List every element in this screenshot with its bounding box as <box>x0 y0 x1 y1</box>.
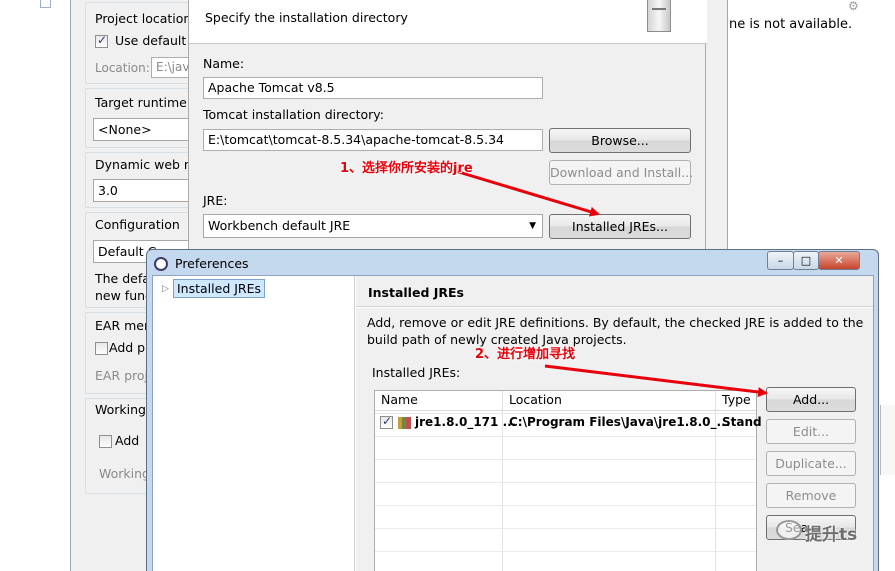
dir-input[interactable]: E:\tomcat\tomcat-8.5.34\apache-tomcat-8.… <box>203 129 543 151</box>
jre-name: jre1.8.0_171 ... <box>415 415 517 429</box>
jre-location: C:\Program Files\Java\jre1.8.0_... <box>509 415 731 429</box>
column-header-type[interactable]: Type <box>722 392 751 407</box>
dynamic-web-module-select[interactable]: 3.0 <box>93 179 193 202</box>
table-header <box>375 391 756 411</box>
configuration-label: Configuration <box>95 217 180 232</box>
add-to-working-sets-label: Add <box>115 433 140 448</box>
chevron-down-icon: ▼ <box>529 221 536 231</box>
jre-label: JRE: <box>203 193 228 208</box>
project-location-label: Project location <box>95 11 192 26</box>
tree-expand-icon[interactable]: ▷ <box>162 284 169 294</box>
jre-library-icon <box>398 417 411 429</box>
collapse-icon[interactable] <box>40 0 51 8</box>
jre-type: Stand <box>722 415 762 429</box>
watermark-text: 提升ts <box>805 525 858 545</box>
tree-item-installed-jres[interactable]: Installed JREs <box>173 279 266 298</box>
annotation-step2: 2、进行增加寻找 <box>475 347 576 362</box>
jre-default-checkbox[interactable] <box>380 414 393 429</box>
use-default-label: Use default <box>115 33 187 48</box>
wechat-icon <box>776 520 802 540</box>
description-line1: Add, remove or edit JRE definitions. By … <box>367 315 864 330</box>
target-runtime-label: Target runtime <box>95 95 187 110</box>
configuration-desc-line2: new func <box>95 288 152 303</box>
add-jre-button[interactable]: Add... <box>766 387 856 412</box>
remove-jre-button[interactable]: Remove <box>766 483 856 508</box>
jre-select-value: Workbench default JRE <box>208 218 351 233</box>
eclipse-icon <box>154 257 168 271</box>
column-header-name[interactable]: Name <box>381 392 418 407</box>
dialog-header: Specify the installation directory <box>189 0 707 44</box>
add-to-ear-label: Add p <box>109 340 146 355</box>
working-sets-label: Working <box>95 402 146 417</box>
dynamic-web-module-label: Dynamic web m <box>95 157 197 172</box>
edit-jre-button[interactable]: Edit... <box>766 419 856 444</box>
installed-jres-button[interactable]: Installed JREs... <box>549 214 691 239</box>
location-label: Location: <box>95 61 150 75</box>
preferences-title: Preferences <box>175 256 249 271</box>
minimize-button[interactable]: – <box>767 251 794 270</box>
configuration-desc-line1: The defa <box>95 271 150 286</box>
add-to-ear-checkbox[interactable] <box>95 342 108 355</box>
jre-select[interactable]: Workbench default JRE ▼ <box>203 214 543 238</box>
gears-icon: ⚙ <box>848 0 859 13</box>
tree-panel <box>153 276 355 571</box>
new-server-runtime-dialog: Specify the installation directory Name:… <box>188 0 707 250</box>
working-sets-field-label: Working <box>99 466 150 481</box>
ear-project-label: EAR proj <box>95 368 149 383</box>
dialog-header-text: Specify the installation directory <box>205 10 408 25</box>
use-default-checkbox[interactable] <box>95 33 108 48</box>
close-button[interactable]: ✕ <box>818 251 860 270</box>
server-icon-slot <box>652 8 666 10</box>
name-label: Name: <box>203 56 245 71</box>
background-window-edge <box>880 405 895 475</box>
page-title: Installed JREs <box>368 285 465 300</box>
add-to-working-sets-checkbox[interactable] <box>99 435 112 448</box>
annotation-step1: 1、选择你所安装的jre <box>340 161 473 176</box>
maximize-button[interactable]: □ <box>793 251 819 270</box>
dir-label: Tomcat installation directory: <box>203 107 384 122</box>
name-input[interactable]: Apache Tomcat v8.5 <box>203 77 543 99</box>
error-message-text: ne is not available. <box>729 17 853 32</box>
server-icon <box>647 0 671 32</box>
browse-button[interactable]: Browse... <box>549 128 691 153</box>
column-header-location[interactable]: Location <box>509 392 562 407</box>
table-row[interactable]: jre1.8.0_171 ... C:\Program Files\Java\j… <box>375 412 762 434</box>
target-runtime-select[interactable]: <None> <box>93 118 193 141</box>
download-install-button[interactable]: Download and Install... <box>549 160 693 185</box>
editor-gutter <box>0 0 70 571</box>
installed-jres-list-label: Installed JREs: <box>372 365 461 380</box>
duplicate-jre-button[interactable]: Duplicate... <box>766 451 856 476</box>
location-input[interactable]: E:\jav <box>151 57 191 78</box>
